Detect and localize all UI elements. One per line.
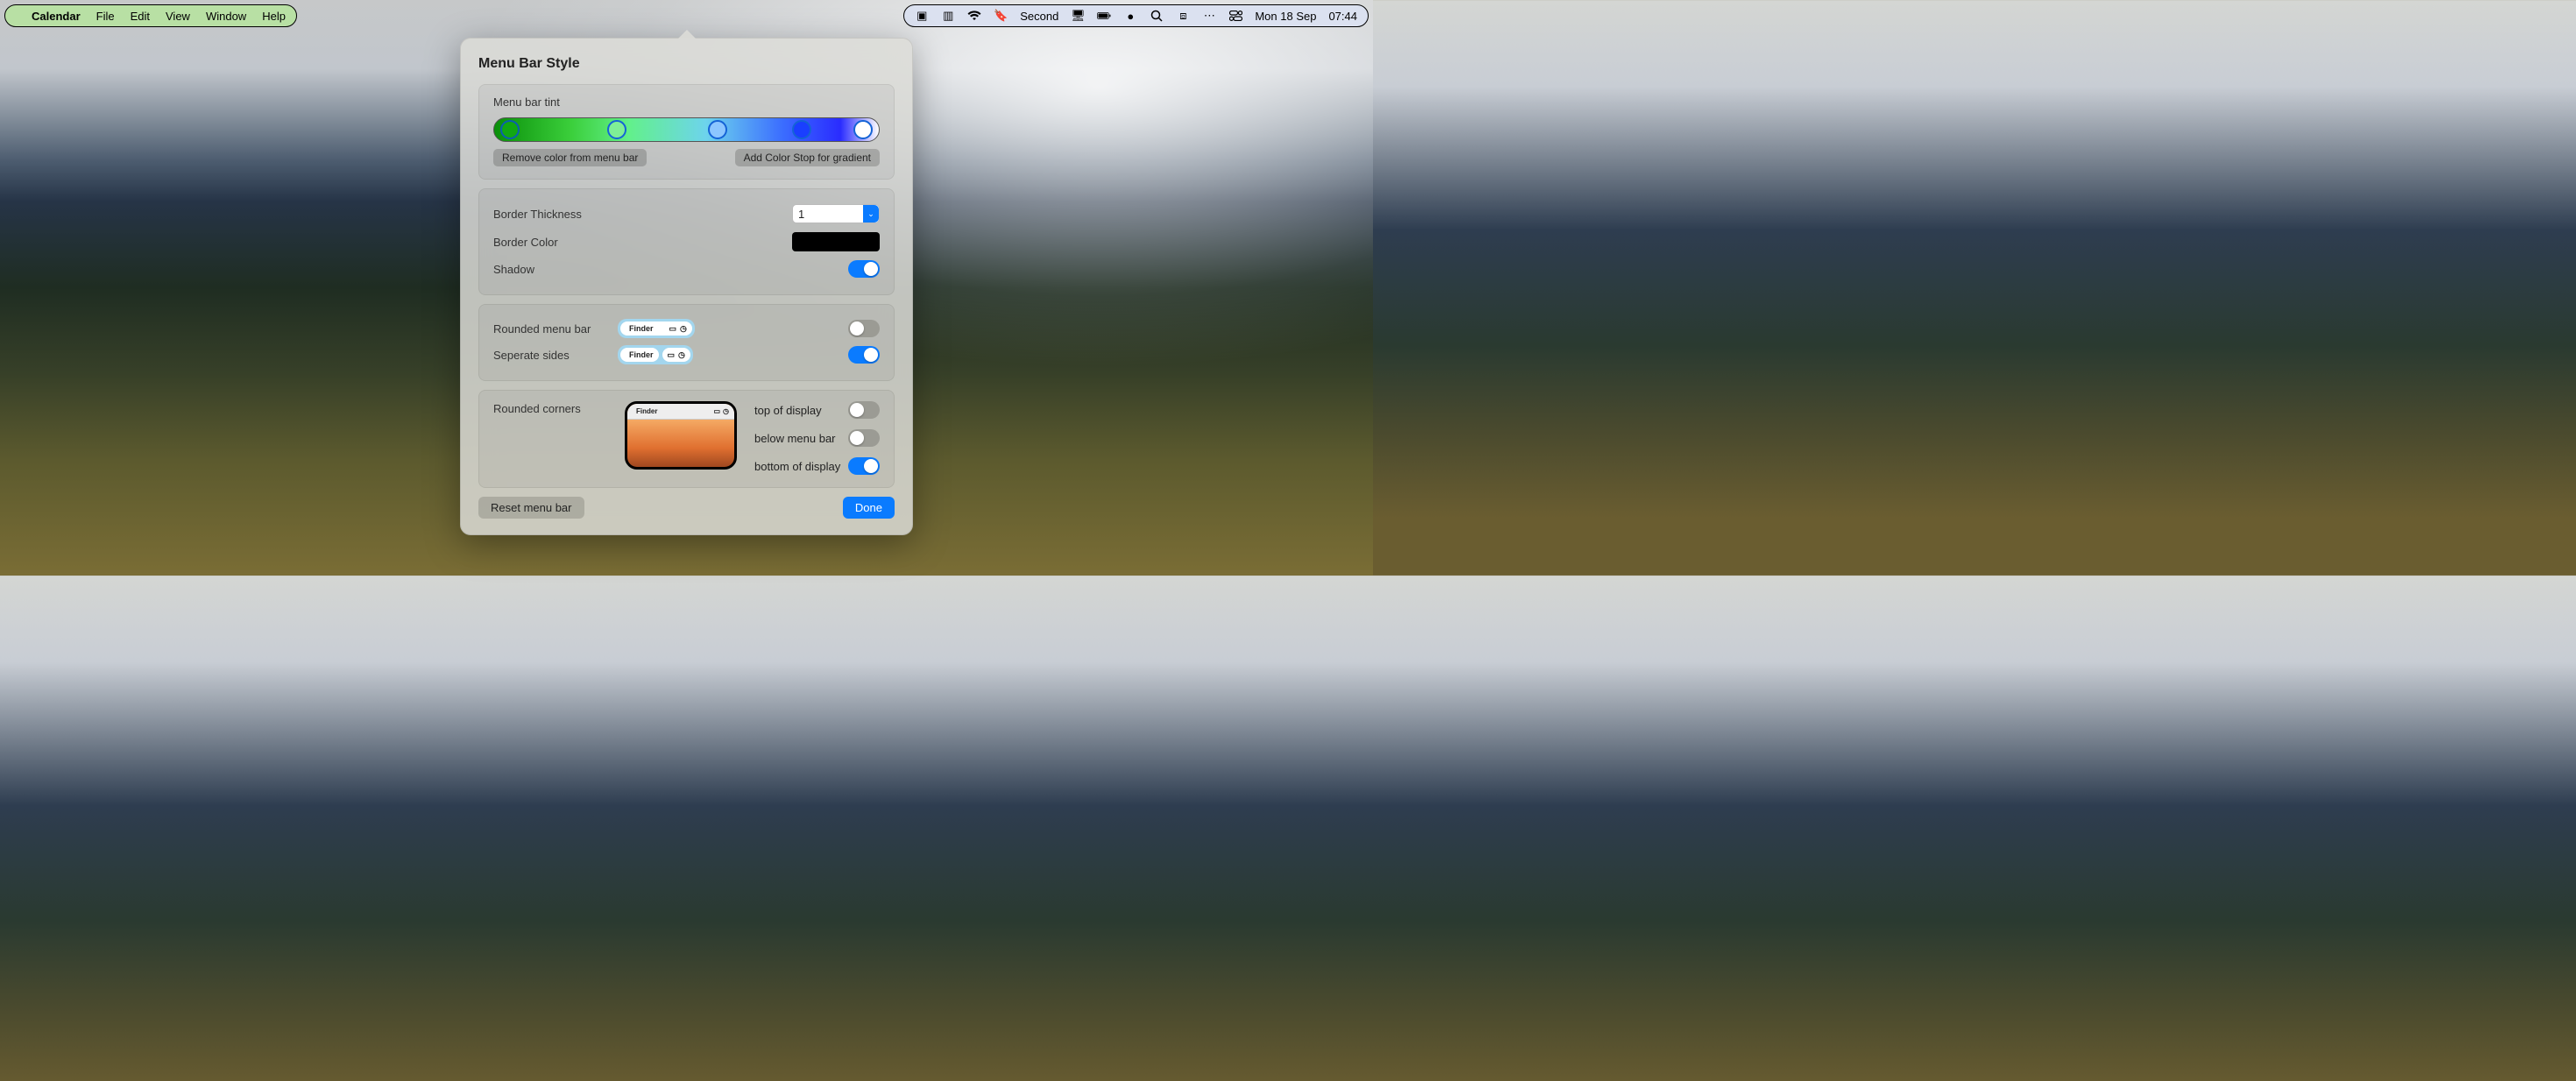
- bookmark-icon[interactable]: 🔖: [994, 9, 1008, 23]
- chevron-down-icon: ⌄: [863, 205, 879, 223]
- rounded-section: Rounded menu bar Finder▭◷ Seperate sides…: [478, 304, 895, 381]
- tint-section: Menu bar tint Remove color from menu bar…: [478, 84, 895, 180]
- below-menu-bar-toggle[interactable]: [848, 429, 880, 447]
- menu-window[interactable]: Window: [206, 10, 246, 23]
- toggle-icon: ▭: [713, 407, 720, 415]
- rounded-menubar-label: Rounded menu bar: [493, 322, 607, 336]
- menubar-date[interactable]: Mon 18 Sep: [1255, 10, 1316, 23]
- border-section: Border Thickness 1 ⌄ Border Color Shadow: [478, 188, 895, 295]
- remove-color-button[interactable]: Remove color from menu bar: [493, 149, 647, 166]
- rounded-menubar-toggle[interactable]: [848, 320, 880, 337]
- menubar-left: Calendar File Edit View Window Help: [4, 4, 297, 27]
- menu-bar-style-popover: Menu Bar Style Menu bar tint Remove colo…: [460, 38, 913, 535]
- separate-sides-label: Seperate sides: [493, 349, 607, 362]
- rounded-preview-split: Finder ▭◷: [618, 345, 693, 364]
- rounded-preview-joined: Finder▭◷: [618, 319, 695, 338]
- separate-sides-toggle[interactable]: [848, 346, 880, 364]
- clock-icon: ◷: [723, 407, 729, 415]
- menu-view[interactable]: View: [166, 10, 190, 23]
- bookmark-label[interactable]: Second: [1020, 10, 1058, 23]
- shadow-toggle[interactable]: [848, 260, 880, 278]
- battery-box-icon[interactable]: ▥: [941, 9, 955, 23]
- tint-heading: Menu bar tint: [493, 95, 880, 109]
- border-thickness-label: Border Thickness: [493, 208, 582, 221]
- gradient-stop-2[interactable]: [607, 120, 626, 139]
- user-icon[interactable]: ●: [1123, 10, 1137, 23]
- gradient-stop-5[interactable]: [853, 120, 873, 139]
- border-thickness-value: 1: [798, 208, 804, 221]
- add-color-stop-button[interactable]: Add Color Stop for gradient: [735, 149, 880, 166]
- shadow-label: Shadow: [493, 263, 534, 276]
- reset-menu-bar-button[interactable]: Reset menu bar: [478, 497, 584, 519]
- display-icon[interactable]: 🖥: [1071, 9, 1085, 23]
- menubar-right: ▣ ▥ 🔖 Second 🖥 ● ⧈ ⋯ Mon 18 Sep 07:44: [903, 4, 1369, 27]
- dropbox-icon[interactable]: ⧈: [1176, 9, 1190, 23]
- rounded-corners-heading: Rounded corners: [493, 402, 581, 415]
- border-color-label: Border Color: [493, 236, 558, 249]
- battery-icon[interactable]: [1097, 11, 1111, 21]
- wifi-icon[interactable]: [967, 11, 981, 21]
- gradient-stop-4[interactable]: [792, 120, 811, 139]
- clock-icon: ◷: [680, 324, 687, 334]
- rounded-corners-preview: Finder ▭◷: [625, 401, 737, 470]
- corners-section: Rounded corners Finder ▭◷ top of display…: [478, 390, 895, 488]
- control-center-icon[interactable]: [1228, 11, 1242, 21]
- popover-title: Menu Bar Style: [478, 56, 895, 72]
- bottom-of-display-label: bottom of display: [754, 460, 840, 473]
- more-icon[interactable]: ⋯: [1202, 9, 1216, 23]
- border-thickness-select[interactable]: 1 ⌄: [792, 204, 880, 223]
- clock-icon: ◷: [678, 350, 685, 360]
- menu-edit[interactable]: Edit: [131, 10, 150, 23]
- popover-footer: Reset menu bar Done: [478, 497, 895, 519]
- top-of-display-label: top of display: [754, 404, 822, 417]
- menubar-time[interactable]: 07:44: [1328, 10, 1357, 23]
- done-button[interactable]: Done: [843, 497, 895, 519]
- app-menu[interactable]: Calendar: [32, 10, 81, 23]
- border-color-well[interactable]: [792, 232, 880, 251]
- menu-file[interactable]: File: [96, 10, 115, 23]
- search-icon[interactable]: [1150, 10, 1164, 22]
- menu-help[interactable]: Help: [262, 10, 286, 23]
- gradient-stop-3[interactable]: [708, 120, 727, 139]
- bottom-of-display-toggle[interactable]: [848, 457, 880, 475]
- gradient-stop-1[interactable]: [500, 120, 520, 139]
- top-of-display-toggle[interactable]: [848, 401, 880, 419]
- toggle-icon: ▭: [669, 324, 677, 334]
- vr-icon[interactable]: ▣: [915, 9, 929, 23]
- tint-gradient-bar[interactable]: [493, 117, 880, 142]
- toggle-icon: ▭: [668, 350, 676, 360]
- below-menu-bar-label: below menu bar: [754, 432, 836, 445]
